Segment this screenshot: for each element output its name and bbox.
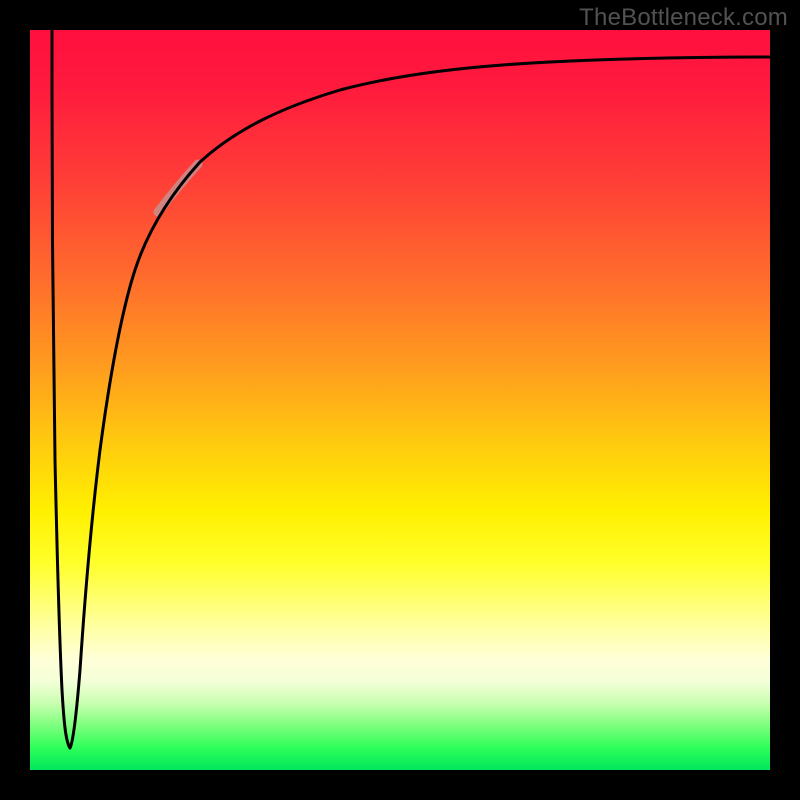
bottleneck-curve bbox=[52, 30, 770, 748]
curve-svg bbox=[30, 30, 770, 770]
chart-frame: TheBottleneck.com bbox=[0, 0, 800, 800]
watermark-text: TheBottleneck.com bbox=[579, 4, 788, 32]
plot-area bbox=[30, 30, 770, 770]
